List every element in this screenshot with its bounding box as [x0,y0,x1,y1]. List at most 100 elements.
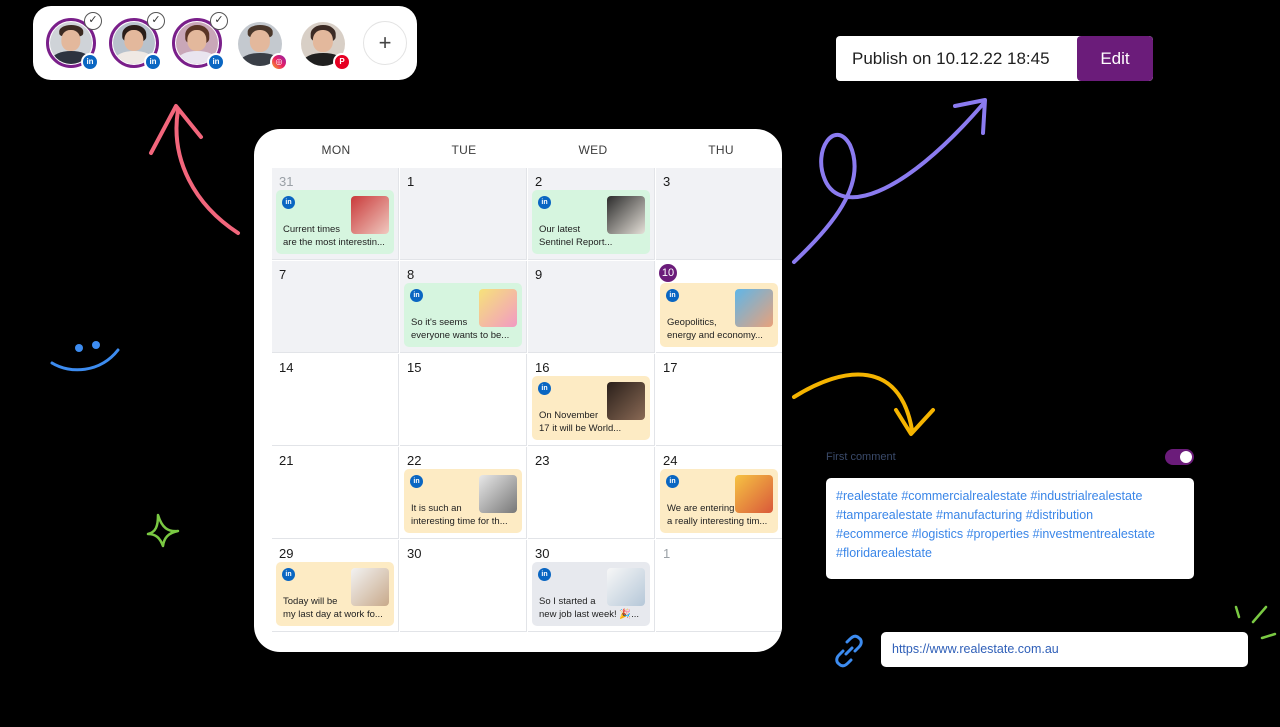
calendar-day-cell[interactable]: 30 [400,540,527,632]
day-number: 1 [407,174,415,189]
first-comment-toggle[interactable] [1165,449,1194,465]
toggle-knob [1180,451,1192,463]
scheduled-post-card[interactable]: in Our latest Sentinel Report... [532,190,650,254]
link-icon [835,634,863,668]
post-preview-line: energy and economy... [667,330,763,341]
post-preview-text: Current times are the most interestin... [283,223,395,249]
calendar-day-cell[interactable]: 8 in So it's seems everyone wants to be... [400,261,527,353]
calendar-day-cell[interactable]: 30 in So I started a new job last week! 🎉..… [528,540,655,632]
post-preview-line: a really interesting tim... [667,516,768,527]
day-number: 16 [535,360,550,375]
calendar-day-cell[interactable]: 1 [400,168,527,260]
day-number: 8 [407,267,415,282]
day-header-thu: THU [708,143,734,157]
calendar-day-cell[interactable]: 10 in Geopolitics, energy and economy... [656,261,782,353]
calendar-day-cell[interactable]: 15 [400,354,527,446]
post-preview-text: We are entering a really interesting tim.… [667,502,779,528]
post-preview-line: Today will be [283,596,338,607]
post-preview-text: So it's seems everyone wants to be... [411,316,523,342]
post-preview-text: It is such an interesting time for th... [411,502,523,528]
scheduled-post-card[interactable]: in We are entering a really interesting ti… [660,469,778,533]
calendar-day-cell[interactable]: 31 in Current times are the most interestin… [272,168,399,260]
day-number: 1 [663,546,671,561]
scheduled-post-card[interactable]: in So I started a new job last week! 🎉... [532,562,650,626]
calendar-day-cell[interactable]: 21 [272,447,399,539]
account-avatar-4[interactable]: ◎ [235,18,288,71]
linkedin-icon: in [538,382,551,395]
post-preview-text: On November 17 it will be World... [539,409,651,435]
first-comment-textarea[interactable]: #realestate #commercialrealestate #indus… [826,478,1194,579]
scheduled-post-card[interactable]: in Today will be my last day at work fo... [276,562,394,626]
day-number: 23 [535,453,550,468]
post-preview-text: Today will be my last day at work fo... [283,595,395,621]
scheduled-post-card[interactable]: in Current times are the most interestin..… [276,190,394,254]
calendar-day-cell[interactable]: 29 in Today will be my last day at work fo.… [272,540,399,632]
account-avatar-5[interactable]: P [298,18,351,71]
day-number: 29 [279,546,294,561]
calendar-day-cell[interactable]: 7 [272,261,399,353]
day-number: 31 [279,174,294,189]
post-preview-line: So I started a [539,596,596,607]
day-number: 21 [279,453,294,468]
calendar: MON TUE WED THU 31 in Current times are the… [254,129,782,652]
edit-button[interactable]: Edit [1077,36,1153,81]
day-header-wed: WED [578,143,608,157]
add-account-button[interactable]: + [363,21,407,65]
post-preview-line: Our latest [539,224,581,235]
post-preview-line: On November [539,410,599,421]
calendar-day-cell[interactable]: 24 in We are entering a really interesting … [656,447,782,539]
accounts-bar: ✓ in ✓ in ✓ in ◎ P + [33,6,417,80]
calendar-grid: 31 in Current times are the most interestin… [272,168,782,633]
post-preview-line: Geopolitics, [667,317,717,328]
post-preview-line: Sentinel Report... [539,237,613,248]
account-avatar-1[interactable]: ✓ in [46,12,102,71]
scheduled-post-card[interactable]: in Geopolitics, energy and economy... [660,283,778,347]
first-comment-label: First comment [826,451,896,463]
day-number: 3 [663,174,671,189]
linkedin-icon: in [282,196,295,209]
post-preview-text: Geopolitics, energy and economy... [667,316,779,342]
day-number: 15 [407,360,422,375]
day-number: 30 [407,546,422,561]
calendar-day-cell[interactable]: 1 [656,540,782,632]
day-header-tue: TUE [451,143,477,157]
account-avatar-2[interactable]: ✓ in [109,12,165,71]
scheduled-post-card[interactable]: in So it's seems everyone wants to be... [404,283,522,347]
linkedin-icon: in [666,475,679,488]
hashtag-line: #floridarealestate [836,546,932,560]
calendar-day-cell[interactable]: 17 [656,354,782,446]
day-number: 24 [663,453,678,468]
publish-datetime[interactable]: Publish on 10.12.22 18:45 [836,36,1077,81]
linkedin-icon: in [666,289,679,302]
linkedin-icon: in [282,568,295,581]
day-number: 2 [535,174,543,189]
calendar-day-cell[interactable]: 2 in Our latest Sentinel Report... [528,168,655,260]
day-number: 7 [279,267,287,282]
hashtag-line: #ecommerce #logistics #properties #inves… [836,527,1155,541]
check-icon: ✓ [84,12,102,30]
account-avatar-3[interactable]: ✓ in [172,12,228,71]
post-preview-line: are the most interestin... [283,237,385,248]
post-preview-line: We are entering [667,503,735,514]
day-number: 9 [535,267,543,282]
linkedin-icon: in [81,53,99,71]
link-url-input[interactable]: https://www.realestate.com.au [881,632,1248,667]
calendar-day-cell[interactable]: 23 [528,447,655,539]
calendar-day-cell[interactable]: 22 in It is such an interesting time for th… [400,447,527,539]
calendar-day-cell[interactable]: 9 [528,261,655,353]
post-preview-line: 17 it will be World... [539,423,622,434]
day-number: 30 [535,546,550,561]
day-number: 22 [407,453,422,468]
check-icon: ✓ [147,12,165,30]
calendar-day-cell[interactable]: 14 [272,354,399,446]
instagram-icon: ◎ [270,53,288,71]
post-preview-line: It is such an [411,503,462,514]
scheduled-post-card[interactable]: in On November 17 it will be World... [532,376,650,440]
post-preview-line: new job last week! 🎉... [539,609,640,620]
scheduled-post-card[interactable]: in It is such an interesting time for th..… [404,469,522,533]
calendar-day-cell[interactable]: 3 [656,168,782,260]
day-header-mon: MON [321,143,351,157]
publish-bar: Publish on 10.12.22 18:45 Edit [836,36,1153,81]
calendar-day-cell[interactable]: 16 in On November 17 it will be World... [528,354,655,446]
linkedin-icon: in [144,53,162,71]
